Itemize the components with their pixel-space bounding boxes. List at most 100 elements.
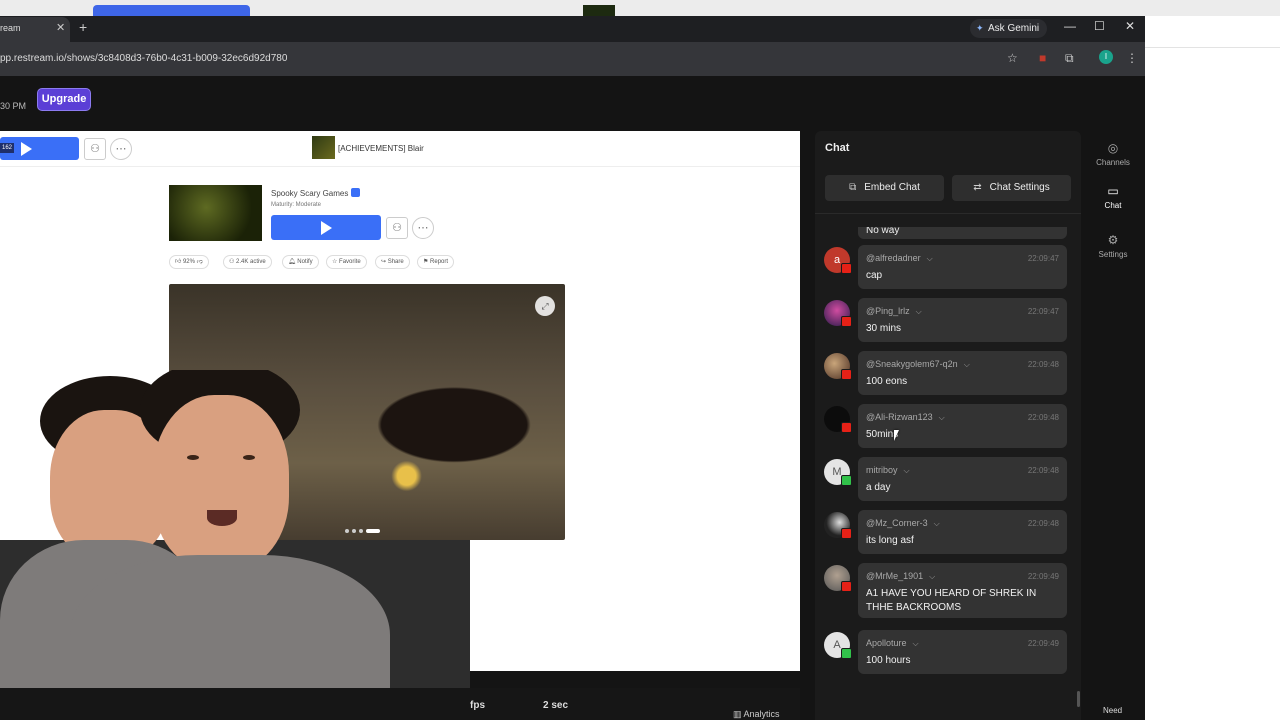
desktop-background-strip (0, 0, 1280, 16)
chat-settings-button[interactable]: ⇄ Chat Settings (952, 175, 1071, 201)
eye (187, 455, 199, 460)
message-username[interactable]: @alfredadner ⌵ (866, 253, 933, 264)
chevron-down-icon[interactable]: ⌵ (927, 254, 933, 263)
analytics-label: Analytics (743, 709, 780, 719)
chat-message: @Mz_Corner-3 ⌵ 22:09:48 its long asf (824, 510, 1069, 554)
username: mitriboy (866, 465, 898, 475)
ask-gemini-button[interactable]: ✦ Ask Gemini (970, 19, 1048, 38)
maximize-button[interactable]: ☐ (1094, 19, 1105, 33)
analytics-button[interactable]: ▥ Analytics (733, 709, 780, 720)
url-field[interactable]: pp.restream.io/shows/3c8408d3-76b0-4c31-… (0, 53, 287, 64)
youtube-icon (841, 528, 852, 539)
app-header: 30 PM Upgrade (0, 76, 1145, 124)
need-help-button[interactable]: Need (1103, 706, 1122, 715)
party-icon[interactable]: ⚇ (386, 217, 408, 239)
rail-channels-label: Channels (1096, 158, 1130, 167)
creator-name: Spooky Scary Games (271, 189, 349, 198)
chevron-down-icon[interactable]: ⌵ (939, 413, 945, 422)
flag-icon: ⚑ (423, 259, 431, 265)
extensions-puzzle-icon[interactable]: ⧉ (1065, 51, 1074, 66)
chat-scrollbar[interactable] (1077, 691, 1080, 707)
mouse-cursor (894, 430, 904, 441)
message-username[interactable]: @Sneakygolem67-q2n ⌵ (866, 359, 970, 370)
message-bubble: @Mz_Corner-3 ⌵ 22:09:48 its long asf (858, 510, 1067, 554)
message-time: 22:09:48 (1027, 360, 1059, 369)
embed-chat-button[interactable]: ⧉ Embed Chat (825, 175, 944, 201)
thumbs-up-icon: 👍︎ (175, 259, 183, 265)
game-creator[interactable]: Spooky Scary Games (271, 188, 361, 198)
message-bubble: Apolloture ⌵ 22:09:49 100 hours (858, 630, 1067, 674)
tab-title: ream (0, 23, 21, 33)
gemini-label: Ask Gemini (988, 23, 1040, 34)
game-title: [ACHIEVEMENTS] Blair (338, 144, 424, 153)
minimize-button[interactable]: — (1064, 19, 1076, 33)
tab-bar: ream ✕ + ✦ Ask Gemini — ☐ ✕ (0, 16, 1145, 42)
clock: 30 PM (0, 101, 27, 111)
active-players-pill: ⚇ 2.4K active (223, 255, 272, 269)
chevron-down-icon[interactable]: ⌵ (934, 519, 940, 528)
message-username[interactable]: @Ping_lrlz ⌵ (866, 306, 922, 317)
close-window-button[interactable]: ✕ (1125, 19, 1135, 33)
new-tab-button[interactable]: + (79, 19, 87, 35)
background-window-thumbnail (583, 5, 615, 16)
username: Apolloture (866, 638, 907, 648)
chat-panel: Chat ⧉ Embed Chat ⇄ Chat Settings No way a… (815, 131, 1081, 720)
browser-menu-icon[interactable]: ⋮ (1126, 51, 1138, 65)
extension-icon[interactable]: ■ (1039, 51, 1046, 65)
chevron-down-icon[interactable]: ⌵ (904, 466, 910, 475)
message-username[interactable]: @Mz_Corner-3 ⌵ (866, 518, 940, 529)
sliders-icon: ⇄ (973, 182, 982, 193)
message-time: 22:09:48 (1027, 466, 1059, 475)
game-play-button[interactable] (271, 215, 381, 240)
chevron-down-icon[interactable]: ⌵ (929, 572, 935, 581)
message-username[interactable]: @Ali-Rizwan123 ⌵ (866, 412, 945, 423)
message-username[interactable]: mitriboy ⌵ (866, 465, 910, 476)
notify-button[interactable]: 🔔︎ Notify (282, 255, 319, 269)
more-icon[interactable]: ⋯ (110, 138, 132, 160)
rail-chat-label: Chat (1104, 201, 1122, 210)
username: @Ping_lrlz (866, 306, 910, 316)
party-icon[interactable]: ⚇ (84, 138, 106, 160)
gemini-icon: ✦ (976, 23, 984, 33)
browser-tab[interactable]: ream ✕ (0, 17, 70, 42)
report-button[interactable]: ⚑ Report (417, 255, 455, 269)
message-time: 22:09:48 (1027, 519, 1059, 528)
rail-settings[interactable]: ⚙ Settings (1092, 233, 1134, 273)
chat-message: A Apolloture ⌵ 22:09:49 100 hours (824, 630, 1069, 674)
like-ratio: 92% (182, 259, 195, 265)
more-icon[interactable]: ⋯ (412, 217, 434, 239)
chat-messages[interactable]: No way a @alfredadner ⌵ 22:09:47 cap @Pin… (815, 227, 1081, 707)
chat-message: a @alfredadner ⌵ 22:09:47 cap (824, 245, 1069, 289)
broadcast-icon: ◎ (1107, 141, 1119, 155)
screen-play-button-small[interactable]: 162 (0, 137, 79, 160)
share-button[interactable]: ↪ Share (375, 255, 410, 269)
gear-icon: ⚙ (1107, 233, 1119, 247)
background-window-divider (1145, 47, 1280, 48)
message-bubble: @Sneakygolem67-q2n ⌵ 22:09:48 100 eons (858, 351, 1067, 395)
profile-avatar[interactable]: I (1099, 50, 1113, 64)
chevron-down-icon[interactable]: ⌵ (916, 307, 922, 316)
expand-icon[interactable]: ⤢ (535, 296, 555, 316)
rail-channels[interactable]: ◎ Channels (1092, 141, 1134, 181)
message-bubble: @Ali-Rizwan123 ⌵ 22:09:48 50mins (858, 404, 1067, 448)
chevron-down-icon[interactable]: ⌵ (913, 639, 919, 648)
webcam-overlay (0, 370, 470, 720)
message-text: cap (866, 270, 883, 281)
chat-bubble-icon: ▭ (1107, 184, 1119, 198)
message-username[interactable]: Apolloture ⌵ (866, 638, 919, 649)
eye (243, 455, 255, 460)
youtube-icon (841, 581, 852, 592)
bookmark-star-icon[interactable]: ☆ (1007, 51, 1018, 65)
upgrade-button[interactable]: Upgrade (37, 88, 91, 111)
browser-window: ream ✕ + ✦ Ask Gemini — ☐ ✕ pp.restream.… (0, 16, 1145, 720)
youtube-icon (841, 263, 852, 274)
game-thumbnail-small (312, 136, 335, 159)
close-tab-icon[interactable]: ✕ (56, 21, 65, 34)
message-username[interactable]: @MrMe_1901 ⌵ (866, 571, 935, 582)
chat-message: @Ping_lrlz ⌵ 22:09:47 30 mins (824, 298, 1069, 342)
like-ratio-pill[interactable]: 👍︎ 92% 👎︎ (169, 255, 209, 269)
rail-chat[interactable]: ▭ Chat (1092, 184, 1134, 224)
bar-chart-icon: ▥ (733, 709, 744, 719)
chevron-down-icon[interactable]: ⌵ (964, 360, 970, 369)
favorite-button[interactable]: ☆ Favorite (326, 255, 367, 269)
